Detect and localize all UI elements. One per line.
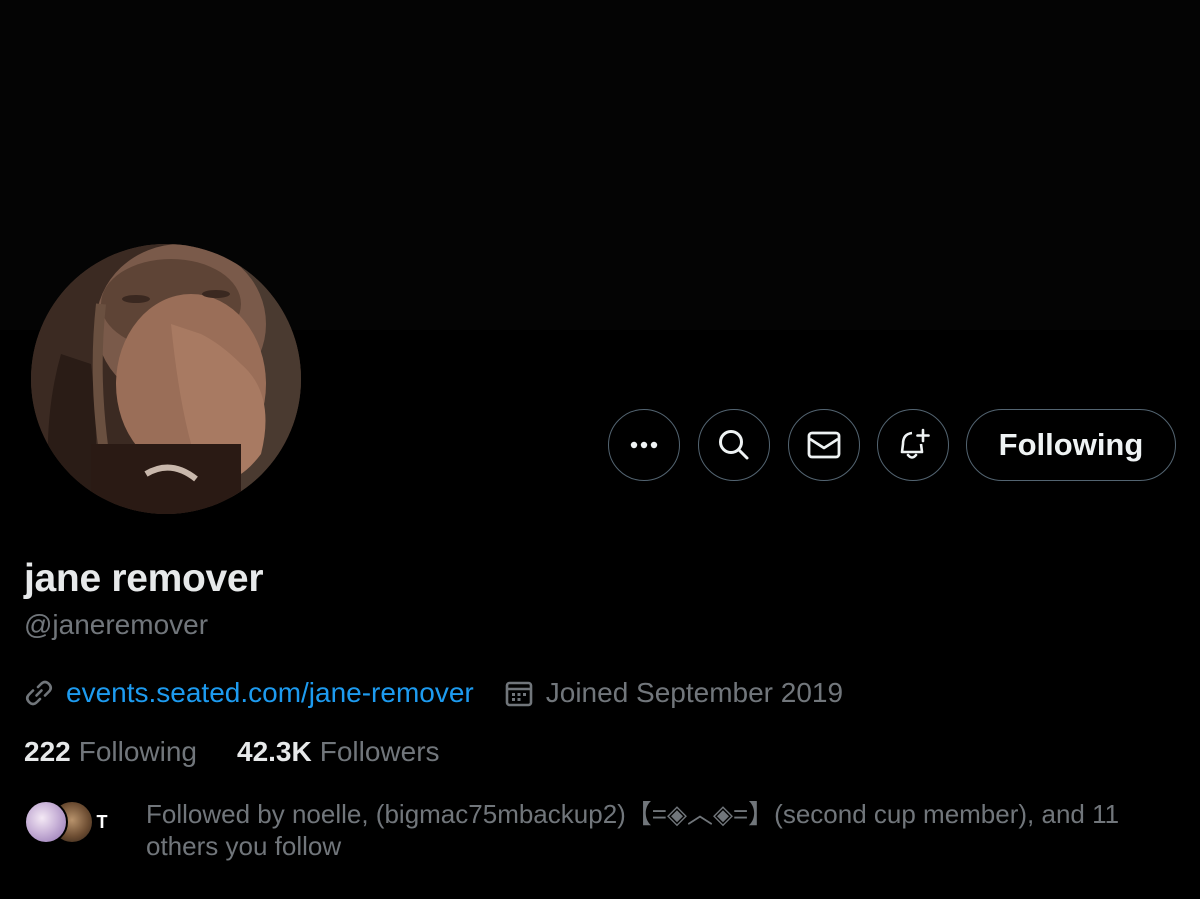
message-button[interactable] — [788, 409, 860, 481]
profile-meta: events.seated.com/jane-remover Joined Se… — [24, 673, 843, 713]
followers-you-know-avatars: T — [24, 798, 136, 848]
following-count: 222 — [24, 736, 71, 767]
profile-avatar[interactable] — [31, 244, 301, 514]
joined-text: Joined September 2019 — [545, 677, 844, 708]
following-label: Following — [78, 736, 197, 767]
avatar-photo — [31, 244, 301, 514]
link-icon — [24, 678, 54, 708]
search-button[interactable] — [698, 409, 770, 481]
followed-by-text: Followed by noelle, (bigmac75mbackup2)【=… — [146, 799, 1120, 861]
website-link[interactable]: events.seated.com/jane-remover — [66, 677, 474, 709]
avatar — [24, 800, 68, 844]
bell-plus-icon — [900, 428, 930, 459]
profile-stats: 222 Following 42.3K Followers — [24, 736, 440, 768]
followers-stat[interactable]: 42.3K Followers — [237, 736, 440, 768]
following-stat[interactable]: 222 Following — [24, 736, 197, 768]
envelope-icon — [807, 431, 841, 459]
profile-handle: @janeremover — [24, 609, 209, 640]
more-dots-icon — [630, 441, 658, 449]
more-button[interactable] — [608, 409, 680, 481]
joined-date: Joined September 2019 — [504, 677, 843, 709]
search-icon — [719, 430, 749, 460]
followers-count: 42.3K — [237, 736, 312, 767]
followers-label: Followers — [319, 736, 440, 767]
followed-by[interactable]: T Followed by noelle, (bigmac75mbackup2)… — [24, 798, 1174, 862]
notify-button[interactable] — [877, 409, 949, 481]
calendar-icon — [504, 678, 534, 708]
following-button[interactable]: Following — [966, 409, 1176, 481]
display-name: jane remover — [24, 557, 264, 600]
